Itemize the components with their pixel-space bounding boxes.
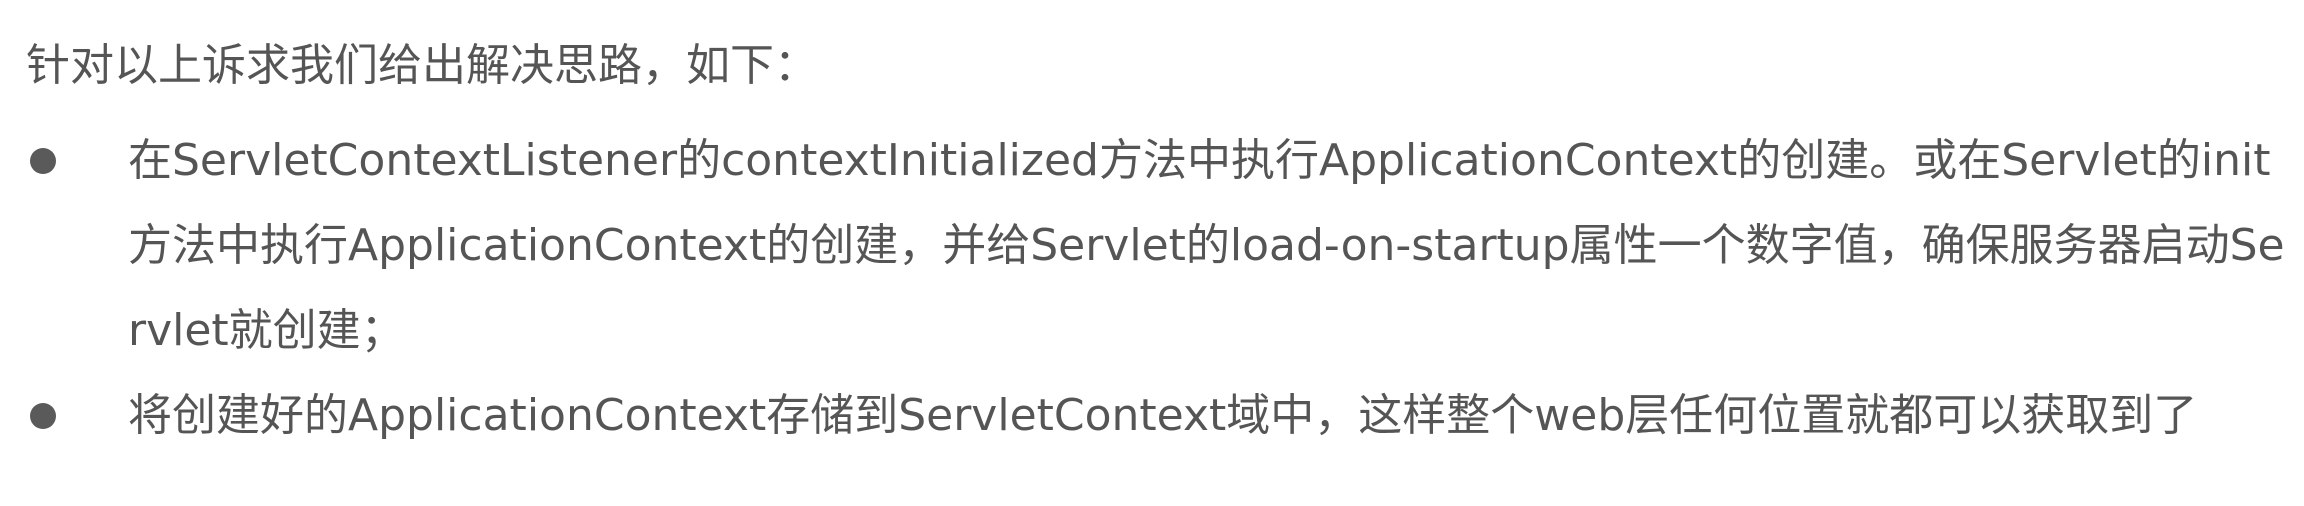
- list-item: 在ServletContextListener的contextInitializ…: [26, 118, 2286, 373]
- list-item: 将创建好的ApplicationContext存储到ServletContext…: [26, 373, 2286, 458]
- list-item-text: 在ServletContextListener的contextInitializ…: [128, 135, 2285, 356]
- document-body: 针对以上诉求我们给出解决思路，如下： 在ServletContextListen…: [26, 0, 2286, 506]
- bullet-list: 在ServletContextListener的contextInitializ…: [26, 118, 2286, 458]
- list-item-text: 将创建好的ApplicationContext存储到ServletContext…: [128, 390, 2198, 441]
- intro-paragraph: 针对以上诉求我们给出解决思路，如下：: [26, 40, 818, 91]
- bullet-dot-icon: [30, 403, 56, 429]
- bullet-dot-icon: [30, 148, 56, 174]
